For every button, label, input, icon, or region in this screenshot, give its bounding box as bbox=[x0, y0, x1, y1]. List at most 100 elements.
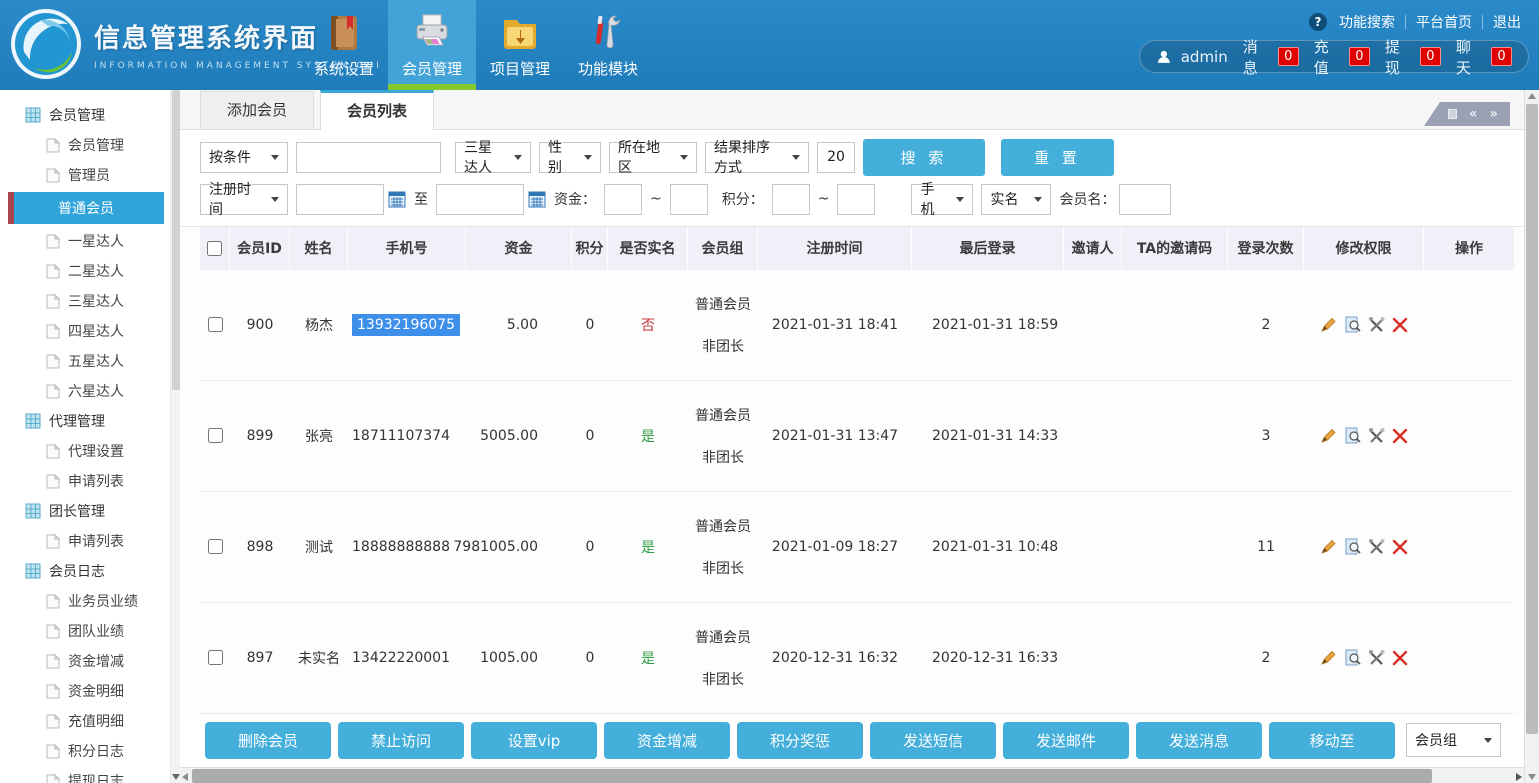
tools-permission-icon[interactable] bbox=[1368, 316, 1385, 333]
edit-pencil-icon[interactable] bbox=[1320, 538, 1337, 555]
keyword-input[interactable] bbox=[296, 142, 441, 173]
view-doc-icon[interactable] bbox=[1344, 538, 1361, 555]
sidebar-item-leader-applications[interactable]: 申请列表 bbox=[0, 526, 180, 556]
sidebar-item-fund-details[interactable]: 资金明细 bbox=[0, 676, 180, 706]
view-doc-icon[interactable] bbox=[1344, 316, 1361, 333]
sidebar-item-star1[interactable]: 一星达人 bbox=[0, 226, 180, 256]
send-sms-button[interactable]: 发送短信 bbox=[870, 722, 996, 759]
delete-x-icon[interactable] bbox=[1392, 428, 1408, 444]
nav-item-system-settings[interactable]: 系统设置 bbox=[300, 0, 388, 90]
phone-mode-select[interactable]: 手机 bbox=[911, 184, 973, 215]
tab-add-member[interactable]: 添加会员 bbox=[200, 91, 314, 129]
link-platform-home[interactable]: 平台首页 bbox=[1416, 12, 1472, 32]
scroll-down-icon[interactable] bbox=[172, 774, 180, 780]
edit-pencil-icon[interactable] bbox=[1320, 316, 1337, 333]
tab-scroll-left-icon[interactable]: « bbox=[1469, 106, 1478, 122]
points-max-input[interactable] bbox=[837, 184, 875, 215]
edit-pencil-icon[interactable] bbox=[1320, 427, 1337, 444]
counter-chat[interactable]: 聊天 0 bbox=[1456, 36, 1512, 78]
tools-permission-icon[interactable] bbox=[1368, 649, 1385, 666]
tools-permission-icon[interactable] bbox=[1368, 538, 1385, 555]
time-type-select[interactable]: 注册时间 bbox=[200, 184, 288, 215]
send-email-button[interactable]: 发送邮件 bbox=[1003, 722, 1129, 759]
points-reward-button[interactable]: 积分奖惩 bbox=[737, 722, 863, 759]
nav-item-project-management[interactable]: 项目管理 bbox=[476, 0, 564, 90]
region-select[interactable]: 所在地区 bbox=[609, 142, 697, 173]
gender-select[interactable]: 性别 bbox=[539, 142, 601, 173]
tab-scroll-widget[interactable]: « » bbox=[1424, 102, 1510, 126]
help-icon[interactable]: ? bbox=[1309, 13, 1327, 31]
row-checkbox[interactable] bbox=[208, 317, 223, 332]
sidebar-scrollbar[interactable] bbox=[170, 90, 180, 783]
sort-select[interactable]: 结果排序方式 bbox=[705, 142, 809, 173]
sidebar-item-star3[interactable]: 三星达人 bbox=[0, 286, 180, 316]
ban-access-button[interactable]: 禁止访问 bbox=[338, 722, 464, 759]
counter-withdraw[interactable]: 提现 0 bbox=[1385, 36, 1441, 78]
sidebar-item-normal-members[interactable]: 普通会员 bbox=[8, 192, 164, 224]
delete-members-button[interactable]: 删除会员 bbox=[205, 722, 331, 759]
reset-button[interactable]: 重 置 bbox=[1001, 139, 1114, 176]
fund-adjust-button[interactable]: 资金增减 bbox=[604, 722, 730, 759]
horizontal-scrollbar[interactable] bbox=[180, 767, 1524, 783]
level-select[interactable]: 三星达人 bbox=[455, 142, 531, 173]
row-checkbox[interactable] bbox=[208, 650, 223, 665]
send-message-button[interactable]: 发送消息 bbox=[1136, 722, 1262, 759]
date-from-input[interactable] bbox=[296, 184, 384, 215]
set-vip-button[interactable]: 设置vip bbox=[471, 722, 597, 759]
scroll-up-icon[interactable] bbox=[1528, 93, 1536, 99]
condition-select[interactable]: 按条件 bbox=[200, 142, 288, 173]
scroll-left-icon[interactable] bbox=[182, 773, 188, 781]
link-logout[interactable]: 退出 bbox=[1493, 12, 1521, 32]
link-function-search[interactable]: 功能搜索 bbox=[1339, 12, 1395, 32]
move-target-select[interactable]: 会员组 bbox=[1406, 723, 1501, 757]
tab-member-list[interactable]: 会员列表 bbox=[320, 90, 434, 130]
sidebar-item-agent-settings[interactable]: 代理设置 bbox=[0, 436, 180, 466]
row-checkbox[interactable] bbox=[208, 539, 223, 554]
move-to-button[interactable]: 移动至 bbox=[1269, 722, 1395, 759]
delete-x-icon[interactable] bbox=[1392, 317, 1408, 333]
date-to-input[interactable] bbox=[436, 184, 524, 215]
edit-pencil-icon[interactable] bbox=[1320, 649, 1337, 666]
scroll-right-icon[interactable] bbox=[1516, 773, 1522, 781]
sidebar-item-star6[interactable]: 六星达人 bbox=[0, 376, 180, 406]
row-checkbox[interactable] bbox=[208, 428, 223, 443]
search-button[interactable]: 搜 索 bbox=[863, 139, 985, 176]
sidebar-group-member-mgmt[interactable]: 会员管理 bbox=[0, 100, 180, 130]
sidebar-item-member-mgmt[interactable]: 会员管理 bbox=[0, 130, 180, 160]
sidebar-item-points-log[interactable]: 积分日志 bbox=[0, 736, 180, 766]
vertical-scrollbar-thumb[interactable] bbox=[1526, 104, 1538, 734]
fund-max-input[interactable] bbox=[670, 184, 708, 215]
horizontal-scrollbar-thumb[interactable] bbox=[192, 769, 1432, 783]
view-doc-icon[interactable] bbox=[1344, 649, 1361, 666]
select-all-checkbox[interactable] bbox=[207, 241, 222, 256]
member-name-input[interactable] bbox=[1119, 184, 1171, 215]
sidebar-group-leader-mgmt[interactable]: 团长管理 bbox=[0, 496, 180, 526]
vertical-scrollbar[interactable] bbox=[1524, 90, 1539, 783]
sidebar-item-salesman-performance[interactable]: 业务员业绩 bbox=[0, 586, 180, 616]
sidebar-item-admins[interactable]: 管理员 bbox=[0, 160, 180, 190]
sidebar-item-agent-applications[interactable]: 申请列表 bbox=[0, 466, 180, 496]
sidebar-item-fund-adjust[interactable]: 资金增减 bbox=[0, 646, 180, 676]
sidebar-group-agent-mgmt[interactable]: 代理管理 bbox=[0, 406, 180, 436]
counter-messages[interactable]: 消息 0 bbox=[1243, 36, 1299, 78]
delete-x-icon[interactable] bbox=[1392, 650, 1408, 666]
sidebar-item-star4[interactable]: 四星达人 bbox=[0, 316, 180, 346]
sidebar-item-withdraw-log[interactable]: 提现日志 bbox=[0, 766, 180, 783]
tab-scroll-right-icon[interactable]: » bbox=[1489, 106, 1498, 122]
view-doc-icon[interactable] bbox=[1344, 427, 1361, 444]
counter-recharge[interactable]: 充值 0 bbox=[1314, 36, 1370, 78]
sidebar-scrollbar-thumb[interactable] bbox=[172, 90, 180, 390]
sidebar-item-star2[interactable]: 二星达人 bbox=[0, 256, 180, 286]
calendar-icon[interactable] bbox=[388, 190, 406, 208]
realname-mode-select[interactable]: 实名 bbox=[981, 184, 1051, 215]
nav-item-function-modules[interactable]: 功能模块 bbox=[564, 0, 652, 90]
nav-item-member-management[interactable]: 会员管理 bbox=[388, 0, 476, 90]
delete-x-icon[interactable] bbox=[1392, 539, 1408, 555]
sidebar-item-recharge-details[interactable]: 充值明细 bbox=[0, 706, 180, 736]
tab-list-icon[interactable] bbox=[1448, 109, 1457, 119]
tools-permission-icon[interactable] bbox=[1368, 427, 1385, 444]
page-size-input[interactable] bbox=[817, 142, 855, 173]
selected-phone-text[interactable]: 13932196075 bbox=[352, 314, 460, 336]
sidebar-group-member-logs[interactable]: 会员日志 bbox=[0, 556, 180, 586]
sidebar-item-team-performance[interactable]: 团队业绩 bbox=[0, 616, 180, 646]
